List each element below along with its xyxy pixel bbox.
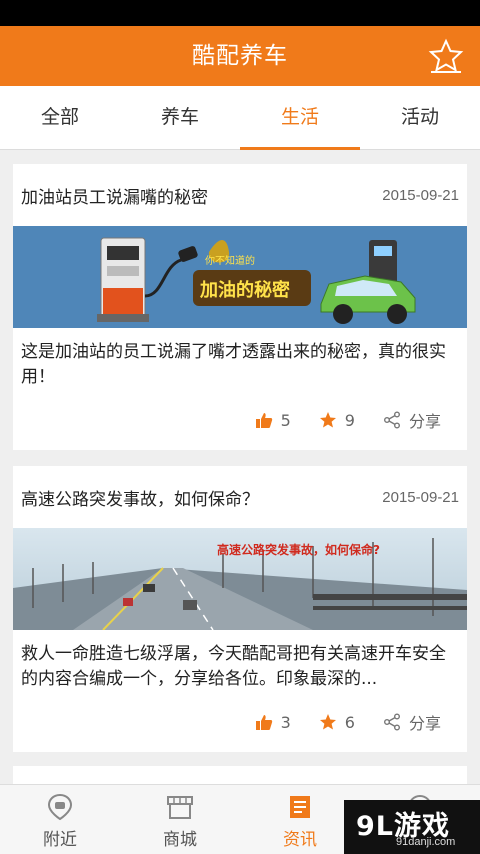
banner-small-text: 你不知道的 [205, 254, 255, 267]
favorite-count: 9 [344, 410, 355, 430]
like-button[interactable]: 3 [255, 713, 291, 732]
article-actions: 3 6 分享 [227, 710, 441, 734]
like-button[interactable]: 5 [255, 411, 291, 430]
like-count: 3 [280, 712, 291, 732]
article-banner-image: 高速公路突发事故，如何保命? [13, 528, 467, 630]
share-icon [383, 713, 400, 731]
star-icon [319, 714, 336, 730]
page-title: 酷配养车 [192, 43, 288, 69]
app-header: 酷配养车 [0, 26, 480, 86]
thumbs-up-icon [255, 715, 272, 730]
article-title: 高速公路突发事故，如何保命？ [21, 489, 259, 510]
like-count: 5 [280, 410, 291, 430]
article-summary: 救人一命胜造七级浮屠，今天酷配哥把有关高速开车安全的内容合编成一个，分享给各位。… [21, 644, 446, 689]
nav-label: 附近 [43, 830, 77, 850]
watermark-sub-text: 91danji.com [396, 836, 456, 848]
nav-nearby[interactable]: 附近 [0, 785, 120, 854]
news-icon [290, 796, 310, 818]
tab-events[interactable]: 活动 [360, 86, 480, 149]
favorite-button[interactable]: 6 [319, 713, 355, 732]
banner-caption: 高速公路突发事故，如何保命? [217, 542, 380, 557]
category-tabs: 全部 养车 生活 活动 [0, 86, 480, 150]
article-title: 加油站员工说漏嘴的秘密 [21, 187, 208, 208]
tab-life[interactable]: 生活 [240, 86, 360, 150]
article-card[interactable]: 高速公路突发事故，如何保命？ 2015-09-21 高速公路突发事故，如何保命?… [13, 466, 467, 752]
nav-label: 商城 [163, 830, 197, 850]
favorite-star-icon[interactable] [428, 38, 464, 74]
tab-car-care[interactable]: 养车 [120, 86, 240, 149]
favorite-button[interactable]: 9 [319, 411, 355, 430]
status-bar [0, 0, 480, 26]
watermark-logo: 9L游戏 91danji.com [344, 800, 480, 854]
location-pin-icon [47, 793, 73, 821]
tab-all[interactable]: 全部 [0, 86, 120, 149]
share-button[interactable]: 分享 [383, 408, 441, 432]
article-header: 加油站员工说漏嘴的秘密 2015-09-21 [13, 164, 467, 226]
article-summary: 这是加油站的员工说漏了嘴才透露出来的秘密，真的很实用！ [21, 342, 446, 387]
share-label: 分享 [408, 714, 441, 733]
share-icon [383, 411, 400, 429]
nav-label: 资讯 [283, 830, 317, 850]
nav-news[interactable]: 资讯 [240, 785, 360, 854]
article-banner-image: 你不知道的 加油的秘密 [13, 226, 467, 328]
article-header: 高速公路突发事故，如何保命？ 2015-09-21 [13, 466, 467, 528]
store-icon [167, 796, 193, 819]
banner-big-text: 加油的秘密 [199, 279, 290, 301]
favorite-count: 6 [344, 712, 355, 732]
article-date: 2015-09-21 [382, 186, 459, 204]
thumbs-up-icon [255, 413, 272, 428]
article-card-partial[interactable] [13, 766, 467, 784]
share-label: 分享 [408, 412, 441, 431]
star-icon [319, 412, 336, 428]
article-actions: 5 9 分享 [227, 408, 441, 432]
article-feed: 加油站员工说漏嘴的秘密 2015-09-21 你不知道的 加油的秘密 这是加油站… [0, 150, 480, 784]
article-date: 2015-09-21 [382, 488, 459, 506]
share-button[interactable]: 分享 [383, 710, 441, 734]
nav-store[interactable]: 商城 [120, 785, 240, 854]
article-card[interactable]: 加油站员工说漏嘴的秘密 2015-09-21 你不知道的 加油的秘密 这是加油站… [13, 164, 467, 450]
